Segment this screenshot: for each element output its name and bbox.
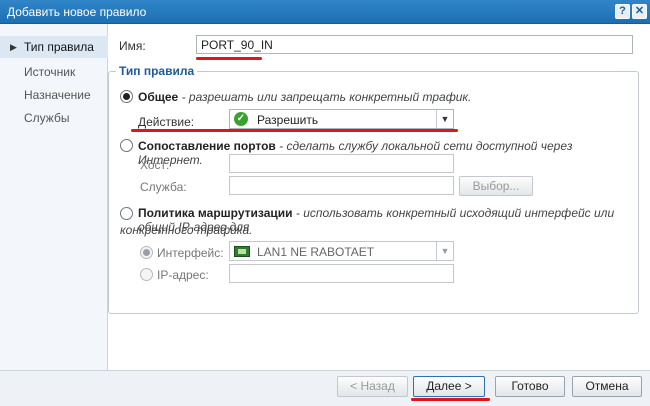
window-title: Добавить новое правило <box>7 5 147 19</box>
action-label: Действие: <box>138 115 195 129</box>
rule-type-legend: Тип правила <box>116 64 198 78</box>
general-title: Общее <box>138 90 179 104</box>
interface-radio[interactable] <box>140 246 153 259</box>
wizard-steps-sidebar: ▶ Тип правила Источник Назначение Службы <box>0 24 108 370</box>
back-button[interactable]: < Назад <box>337 376 408 397</box>
cancel-button[interactable]: Отмена <box>572 376 642 397</box>
sidebar-item-rule-type[interactable]: ▶ Тип правила <box>0 36 108 58</box>
sidebar-item-label: Службы <box>24 111 70 125</box>
interface-select[interactable]: LAN1 NE RABOTAET ▼ <box>229 241 454 261</box>
name-input[interactable]: PORT_90_IN <box>196 35 633 54</box>
annotation-underline-next <box>411 398 490 401</box>
interface-label: Интерфейс: <box>157 246 224 260</box>
sidebar-item-services[interactable]: Службы <box>0 107 108 129</box>
chevron-down-icon[interactable]: ▼ <box>436 110 453 128</box>
finish-button[interactable]: Готово <box>495 376 565 397</box>
action-select-value: Разрешить <box>257 113 319 127</box>
port-mapping-radio[interactable] <box>120 139 133 152</box>
service-label: Служба: <box>140 180 187 194</box>
sidebar-item-label: Назначение <box>24 88 91 102</box>
action-select[interactable]: ✓ Разрешить ▼ <box>229 109 454 129</box>
routing-description-line2: конкретного трафика. <box>120 223 253 237</box>
service-input[interactable] <box>229 176 454 195</box>
general-option-text: Общее - разрешать или запрещать конкретн… <box>138 90 471 104</box>
interface-select-value: LAN1 NE RABOTAET <box>257 245 375 259</box>
close-icon[interactable]: ✕ <box>632 4 647 19</box>
check-icon: ✓ <box>234 112 248 126</box>
host-input[interactable] <box>229 154 454 173</box>
next-button[interactable]: Далее > <box>413 376 485 397</box>
sidebar-item-source[interactable]: Источник <box>0 61 108 83</box>
name-label: Имя: <box>119 39 146 53</box>
help-icon[interactable]: ? <box>615 4 630 19</box>
browse-button[interactable]: Выбор... <box>459 176 533 196</box>
routing-title: Политика маршрутизации <box>138 206 293 220</box>
dialog-footer: < Назад Далее > Готово Отмена <box>0 370 650 406</box>
general-description: - разрешать или запрещать конкретный тра… <box>181 90 472 104</box>
title-bar: Добавить новое правило ? ✕ <box>0 0 650 24</box>
chevron-right-icon: ▶ <box>10 42 17 52</box>
chevron-down-icon[interactable]: ▼ <box>436 242 453 260</box>
ip-address-input[interactable] <box>229 264 454 283</box>
annotation-underline-action <box>131 129 458 132</box>
host-label: Хост: <box>140 158 170 172</box>
ip-address-label: IP-адрес: <box>157 268 209 282</box>
sidebar-item-label: Источник <box>24 65 76 79</box>
network-interface-icon <box>234 246 250 257</box>
sidebar-item-label: Тип правила <box>24 40 94 54</box>
rule-type-group: Тип правила Общее - разрешать или запрещ… <box>108 64 639 314</box>
main-panel: Имя: PORT_90_IN Тип правила Общее - разр… <box>108 24 650 370</box>
routing-option-text-line2: конкретного трафика. <box>120 223 252 237</box>
annotation-underline-name <box>196 57 262 60</box>
ip-address-radio[interactable] <box>140 268 153 281</box>
port-mapping-title: Сопоставление портов <box>138 139 276 153</box>
routing-policy-radio[interactable] <box>120 207 133 220</box>
name-input-value: PORT_90_IN <box>201 38 273 52</box>
sidebar-item-destination[interactable]: Назначение <box>0 84 108 106</box>
general-radio[interactable] <box>120 90 133 103</box>
